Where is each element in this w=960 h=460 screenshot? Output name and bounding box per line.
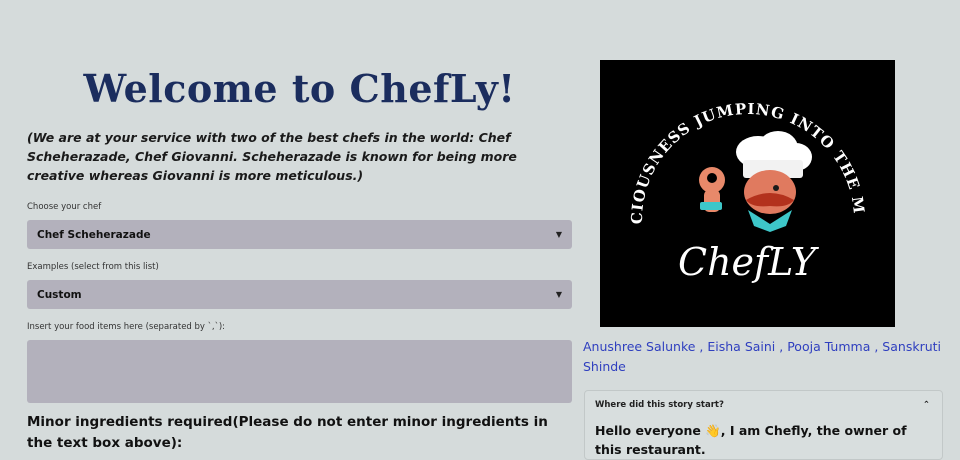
story-text-start: Hello everyone	[595, 423, 706, 438]
logo-arc-text: DELICIOUSNESS JUMPING INTO THE MOUTH	[592, 46, 867, 224]
story-header-label: Where did this story start?	[595, 400, 724, 410]
author-link[interactable]: Pooja Tumma	[787, 339, 870, 354]
author-link[interactable]: Anushree Salunke	[583, 339, 695, 354]
intro-text: (We are at your service with two of the …	[27, 130, 517, 183]
minor-ingredients-heading: Minor ingredients required(Please do not…	[27, 414, 548, 451]
chevron-down-icon: ▼	[555, 290, 562, 299]
author-link[interactable]: Eisha Saini	[707, 339, 775, 354]
chevron-up-icon: ⌃	[922, 400, 930, 410]
food-items-label: Insert your food items here (separated b…	[27, 322, 226, 332]
food-items-input[interactable]	[27, 340, 572, 403]
logo-brand-text: ChefLY	[678, 240, 820, 284]
examples-select-value: Custom	[37, 288, 82, 301]
chef-select-label: Choose your chef	[27, 202, 102, 212]
examples-select[interactable]: Custom ▼	[27, 280, 572, 309]
story-expander: Where did this story start? ⌃ Hello ever…	[584, 390, 943, 460]
story-expander-header[interactable]: Where did this story start? ⌃	[595, 400, 930, 410]
chefly-logo: DELICIOUSNESS JUMPING INTO THE MOUTH Che…	[592, 46, 895, 327]
chef-mascot-icon: DELICIOUSNESS JUMPING INTO THE MOUTH Che…	[592, 46, 868, 284]
examples-select-label: Examples (select from this list)	[27, 262, 159, 272]
chef-select-value: Chef Scheherazade	[37, 228, 151, 241]
story-text: Hello everyone 👋, I am Chefly, the owner…	[595, 421, 932, 459]
chef-select[interactable]: Chef Scheherazade ▼	[27, 220, 572, 249]
waving-hand-icon: 👋	[705, 423, 721, 438]
authors-list: Anushree Salunke , Eisha Saini , Pooja T…	[583, 339, 942, 374]
page-title: Welcome to ChefLy!	[83, 66, 516, 111]
chevron-down-icon: ▼	[555, 230, 562, 239]
svg-text:DELICIOUSNESS JUMPING INTO THE: DELICIOUSNESS JUMPING INTO THE MOUTH	[600, 60, 868, 224]
